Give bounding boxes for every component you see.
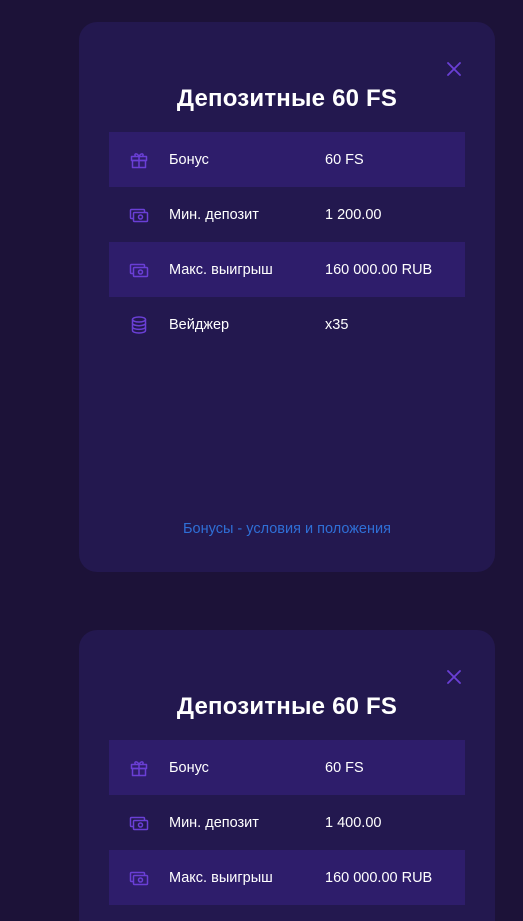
row-value: 1 200.00 (325, 206, 382, 223)
bonus-details-list: Бонус 60 FS Мин. депозит 1 400.00 Макс. … (109, 740, 465, 905)
close-icon[interactable] (447, 62, 461, 76)
min-deposit-row: Мин. депозит 1 400.00 (109, 795, 465, 850)
terms-link[interactable]: Бонусы - условия и положения (79, 521, 495, 537)
bonus-card: Депозитные 60 FS Бонус 60 FS Мин. депози… (79, 630, 495, 921)
bonus-card: Депозитные 60 FS Бонус 60 FS Мин. депози… (79, 22, 495, 572)
cash-icon (129, 868, 149, 888)
cash-icon (129, 205, 149, 225)
row-value: x35 (325, 316, 349, 333)
row-label: Макс. выигрыш (169, 869, 273, 886)
close-icon[interactable] (447, 670, 461, 684)
row-value: 1 400.00 (325, 814, 382, 831)
row-label: Вейджер (169, 316, 230, 333)
bonus-row: Бонус 60 FS (109, 740, 465, 795)
row-value: 160 000.00 RUB (325, 869, 433, 886)
bonus-row: Бонус 60 FS (109, 132, 465, 187)
gift-icon (129, 150, 149, 170)
wager-row: Вейджер x35 (109, 297, 465, 352)
cash-icon (129, 813, 149, 833)
card-title: Депозитные 60 FS (176, 85, 398, 112)
row-label: Бонус (169, 151, 209, 168)
bonus-page: Депозитные 60 FS Бонус 60 FS Мин. депози… (0, 0, 523, 921)
card-title: Депозитные 60 FS (176, 693, 398, 720)
row-value: 160 000.00 RUB (325, 261, 433, 278)
max-win-row: Макс. выигрыш 160 000.00 RUB (109, 242, 465, 297)
coins-stack-icon (129, 315, 149, 335)
gift-icon (129, 758, 149, 778)
row-label: Мин. депозит (169, 206, 259, 223)
row-label: Мин. депозит (169, 814, 259, 831)
row-label: Макс. выигрыш (169, 261, 273, 278)
row-value: 60 FS (325, 759, 364, 776)
row-value: 60 FS (325, 151, 364, 168)
max-win-row: Макс. выигрыш 160 000.00 RUB (109, 850, 465, 905)
min-deposit-row: Мин. депозит 1 200.00 (109, 187, 465, 242)
bonus-details-list: Бонус 60 FS Мин. депозит 1 200.00 Макс. … (109, 132, 465, 352)
row-label: Бонус (169, 759, 209, 776)
cash-icon (129, 260, 149, 280)
